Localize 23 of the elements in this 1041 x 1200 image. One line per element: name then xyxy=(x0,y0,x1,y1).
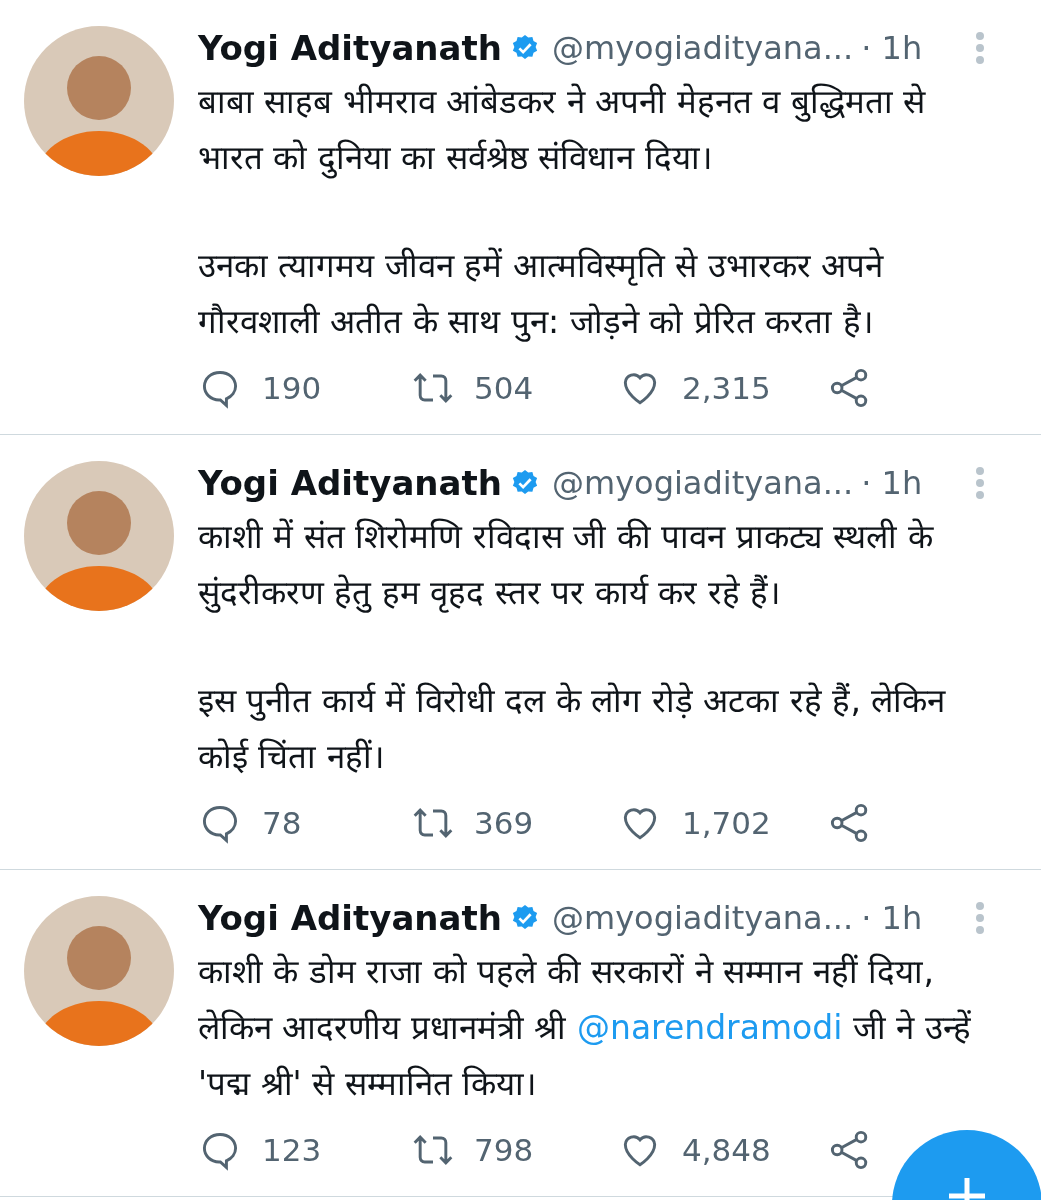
tweet-time: · 1h xyxy=(861,463,923,504)
reply-button[interactable]: 78 xyxy=(198,801,408,845)
tweet-text: इस पुनीत कार्य में विरोधी दल के लोग रोड़े अटका रहे हैं, लेकिन कोई चिंता नहीं। xyxy=(198,680,947,778)
author-handle: @myogiadityana... xyxy=(551,28,854,69)
tweet-text: काशी के डोम राजा को पहले की सरकारों ने सम्मान नहीं दिया, लेकिन आदरणीय प्रधानमंत्री श्री @narendramodi जी ने उन्हें 'पद्म श्री' से सम्मानित किया। xyxy=(198,951,972,1105)
like-button[interactable]: 1,702 xyxy=(618,801,828,845)
retweet-button[interactable]: 504 xyxy=(408,366,618,410)
retweet-button[interactable]: 798 xyxy=(408,1128,618,1172)
reply-button[interactable]: 190 xyxy=(198,366,408,410)
author-name[interactable]: Yogi Adityanath xyxy=(198,892,502,944)
like-button[interactable]: 4,848 xyxy=(618,1128,828,1172)
tweet-text: बाबा साहब भीमराव आंबेडकर ने अपनी मेहनत व बुद्धिमता से भारत को दुनिया का सर्वश्रेष्ठ संविधान दिया। xyxy=(198,81,927,181)
author-name[interactable]: Yogi Adityanath xyxy=(198,457,502,509)
like-button[interactable]: 2,315 xyxy=(618,366,828,410)
tweet-text: काशी में संत शिरोमणि रविदास जी की पावन प्राकट्य स्थली के सुंदरीकरण हेतु हम वृहद स्तर पर कार्य कर रहे हैं। xyxy=(198,516,935,615)
tweet-time: · 1h xyxy=(861,898,923,939)
tweet-time: · 1h xyxy=(861,28,923,69)
retweet-button[interactable]: 369 xyxy=(408,801,618,845)
reply-button[interactable]: 123 xyxy=(198,1128,408,1172)
author-name[interactable]: Yogi Adityanath xyxy=(198,22,502,74)
author-handle: @myogiadityana... xyxy=(551,463,854,504)
tweet-text: उनका त्यागमय जीवन हमें आत्मविस्मृति से उभारकर अपने गौरवशाली अतीत के साथ पुन: जोड़ने को प्रेरित करता है। xyxy=(198,245,885,344)
author-handle: @myogiadityana... xyxy=(551,898,854,939)
